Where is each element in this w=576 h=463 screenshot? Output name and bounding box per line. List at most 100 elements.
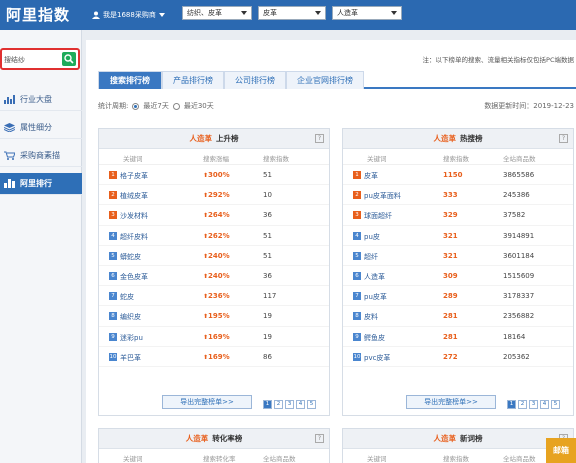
- help-icon[interactable]: ?: [315, 134, 324, 143]
- product-count-value: 3178337: [503, 292, 535, 301]
- keyword-link[interactable]: 羊巴革: [120, 353, 141, 363]
- page-button[interactable]: 3: [529, 400, 538, 409]
- keyword-link[interactable]: 鳄鱼皮: [364, 333, 385, 343]
- category-select-level1[interactable]: 纺织、皮革: [182, 6, 252, 20]
- help-icon[interactable]: ?: [315, 434, 324, 443]
- rank-badge: 6: [109, 271, 117, 280]
- search-index-value: 86: [263, 352, 272, 361]
- column-header: 搜索涨幅: [203, 155, 229, 163]
- table-header: 关键词 搜索涨幅 搜索指数: [99, 149, 329, 165]
- sidebar-item-attributes[interactable]: 属性细分: [0, 117, 82, 139]
- search-input[interactable]: 搜结纱: [4, 55, 25, 65]
- search-index-value: 309: [443, 272, 458, 280]
- keyword-link[interactable]: pvc皮革: [364, 353, 390, 363]
- keyword-link[interactable]: 超纤: [364, 252, 378, 262]
- period-selector: 统计周期: 最近7天 最近30天: [98, 101, 214, 111]
- product-count-value: 3914891: [503, 231, 535, 240]
- search-growth-value: ⬆262%: [203, 232, 230, 240]
- tab-company-ranking[interactable]: 公司排行榜: [224, 71, 286, 89]
- table-row: 6 人造革 309 1515609: [343, 266, 573, 287]
- search-growth-value: ⬆240%: [203, 272, 230, 280]
- page-button[interactable]: 4: [296, 400, 305, 409]
- page-button[interactable]: 2: [518, 400, 527, 409]
- value-text: 321: [443, 251, 458, 260]
- table-row: 4 pu皮 321 3914891: [343, 226, 573, 246]
- keyword-link[interactable]: pu皮: [364, 232, 380, 242]
- page-button[interactable]: 2: [274, 400, 283, 409]
- chevron-down-icon: [158, 13, 165, 17]
- search-index-value: 19: [263, 332, 272, 341]
- keyword-link[interactable]: 金色皮革: [120, 272, 148, 282]
- value-text: 289: [443, 292, 458, 301]
- keyword-link[interactable]: 沙发材料: [120, 211, 148, 221]
- keyword-search-box[interactable]: 搜结纱: [0, 48, 80, 70]
- export-full-list-button[interactable]: 导出完整榜单>>: [406, 395, 496, 409]
- site-logo[interactable]: 阿里指数: [6, 4, 70, 25]
- product-count-value: 1515609: [503, 271, 535, 280]
- table-row: 10 羊巴革 ⬆169% 86: [99, 347, 329, 367]
- keyword-link[interactable]: 球面超纤: [364, 211, 392, 221]
- search-index-value: 51: [263, 231, 272, 240]
- search-growth-value: ⬆195%: [203, 312, 230, 320]
- search-growth-value: ⬆264%: [203, 211, 230, 219]
- keyword-link[interactable]: 格子皮革: [120, 171, 148, 181]
- table-row: 2 pu皮革面料 333 245386: [343, 185, 573, 206]
- page-button[interactable]: 1: [263, 400, 272, 409]
- rank-badge: 2: [353, 191, 361, 200]
- ranking-icon: [4, 179, 15, 188]
- conversion-ranking-panel: 人造革 转化率榜 ? 关键词 搜索转化率 全站商品数: [98, 428, 330, 463]
- sidebar: 搜结纱 行业大盘 属性细分 采购商素描 阿里排行: [0, 30, 82, 463]
- product-count-value: 3865586: [503, 171, 535, 179]
- keyword-link[interactable]: 皮料: [364, 312, 378, 322]
- rank-badge: 4: [353, 231, 361, 240]
- keyword-link[interactable]: 迷彩pu: [120, 333, 143, 343]
- keyword-link[interactable]: pu皮革: [364, 292, 387, 302]
- keyword-link[interactable]: 编织皮: [120, 312, 141, 322]
- keyword-link[interactable]: 皮革: [364, 171, 378, 181]
- keyword-link[interactable]: 超纤皮料: [120, 232, 148, 242]
- sidebar-item-buyers[interactable]: 采购商素描: [0, 145, 82, 167]
- product-count-value: 2356882: [503, 312, 535, 321]
- value-text: 333: [443, 191, 458, 200]
- tab-search-ranking[interactable]: 搜索排行榜: [98, 71, 162, 89]
- period-radio-30d[interactable]: [172, 102, 180, 110]
- keyword-link[interactable]: 蟒蛇皮: [120, 252, 141, 262]
- rank-badge: 1: [109, 171, 117, 179]
- value-text: 281: [443, 332, 458, 341]
- page-button[interactable]: 4: [540, 400, 549, 409]
- user-menu[interactable]: 我是1688采购商: [92, 10, 165, 20]
- value-text: 264%: [208, 211, 230, 220]
- page-button[interactable]: 5: [307, 400, 316, 409]
- page-button[interactable]: 3: [285, 400, 294, 409]
- category-select-level2[interactable]: 皮革: [258, 6, 326, 20]
- category-select-level3[interactable]: 人造革: [332, 6, 402, 20]
- table-row: 8 皮料 281 2356882: [343, 306, 573, 327]
- table-row: 9 迷彩pu ⬆169% 19: [99, 327, 329, 347]
- value-text: 169%: [208, 352, 230, 361]
- page-button[interactable]: 5: [551, 400, 560, 409]
- sidebar-item-label: 行业大盘: [20, 95, 52, 104]
- search-index-value: 19: [263, 312, 272, 321]
- pagination: 12345: [263, 400, 316, 409]
- help-icon[interactable]: ?: [559, 134, 568, 143]
- sidebar-item-ranking[interactable]: 阿里排行: [0, 173, 82, 195]
- value-text: 309: [443, 271, 458, 280]
- keyword-link[interactable]: pu皮革面料: [364, 191, 401, 201]
- sidebar-item-industry[interactable]: 行业大盘: [0, 89, 82, 111]
- rank-badge: 7: [353, 292, 361, 301]
- period-radio-7d[interactable]: [132, 102, 140, 110]
- search-button[interactable]: [62, 52, 76, 66]
- rank-badge: 3: [353, 211, 361, 220]
- page-button[interactable]: 1: [507, 400, 516, 409]
- mail-button[interactable]: 邮箱: [546, 438, 576, 463]
- app-root: 阿里指数 我是1688采购商 纺织、皮革 皮革 人造革 搜结纱 行业大盘 属性细…: [0, 0, 576, 463]
- rank-badge: 9: [109, 332, 117, 341]
- tab-product-ranking[interactable]: 产品排行榜: [162, 71, 224, 89]
- tab-website-ranking[interactable]: 企业官网排行榜: [286, 71, 364, 89]
- keyword-link[interactable]: 植绒皮革: [120, 191, 148, 201]
- export-full-list-button[interactable]: 导出完整榜单>>: [162, 395, 252, 409]
- rank-badge: 10: [353, 352, 361, 361]
- keyword-link[interactable]: 人造革: [364, 272, 385, 282]
- keyword-link[interactable]: 蛇皮: [120, 292, 134, 302]
- panel-industry: 人造革: [433, 434, 457, 443]
